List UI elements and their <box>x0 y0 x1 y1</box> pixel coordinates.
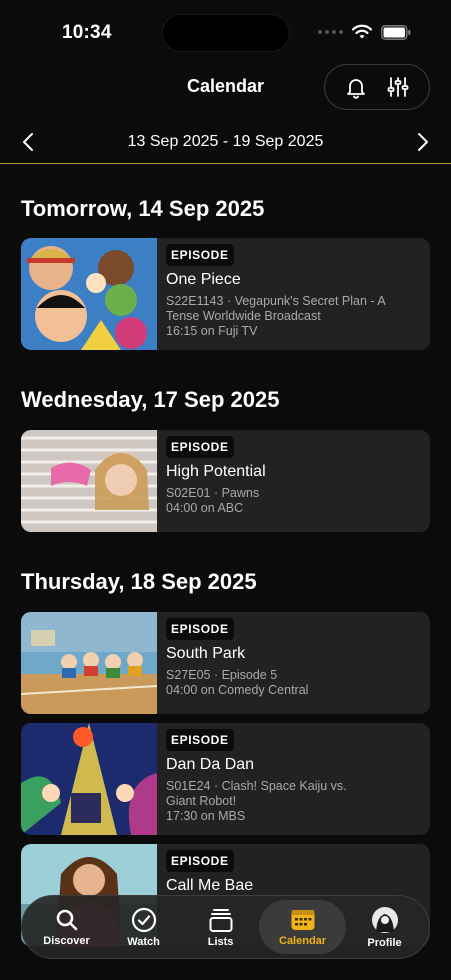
episode-info: S27E05 · Episode 5 <box>166 668 278 682</box>
search-icon <box>56 909 77 930</box>
notifications-button[interactable] <box>341 72 371 102</box>
stack-icon <box>209 908 233 932</box>
signal-icon <box>318 30 343 34</box>
episode-card-dan-da-dan[interactable]: EPISODE Dan Da Dan S01E24 · Clash! Space… <box>21 723 430 835</box>
episode-info-cont: Tense Worldwide Broadcast <box>166 309 321 323</box>
episode-details: EPISODE South Park S27E05 · Episode 5 04… <box>166 618 420 698</box>
episode-badge: EPISODE <box>166 850 234 872</box>
bottom-tab-bar: Discover Watch Lists Calendar Profile <box>21 895 430 959</box>
sliders-icon <box>387 77 409 97</box>
episode-info: S01E24 · Clash! Space Kaiju vs. <box>166 779 347 793</box>
week-navigator: 13 Sep 2025 - 19 Sep 2025 <box>0 120 451 164</box>
show-title: Dan Da Dan <box>166 756 255 773</box>
avatar <box>371 906 398 933</box>
next-week-button[interactable] <box>411 130 435 154</box>
episode-info-cont: Giant Robot! <box>166 794 237 808</box>
episode-meta: S27E05 · Episode 5 04:00 on Comedy Centr… <box>166 668 420 698</box>
episode-details: EPISODE Call Me Bae <box>166 850 420 895</box>
tab-label: Watch <box>127 935 160 948</box>
episode-card-high-potential[interactable]: EPISODE High Potential S02E01 · Pawns 04… <box>21 430 430 532</box>
episode-meta: S22E1143 · Vegapunk's Secret Plan - A Te… <box>166 294 420 339</box>
tab-label: Profile <box>367 936 402 949</box>
day-heading: Tomorrow, 14 Sep 2025 <box>21 196 265 221</box>
episode-meta: S02E01 · Pawns 04:00 on ABC <box>166 486 420 516</box>
episode-badge: EPISODE <box>166 618 234 640</box>
tab-label: Calendar <box>279 934 327 947</box>
episode-thumbnail <box>21 238 157 350</box>
week-range: 13 Sep 2025 - 19 Sep 2025 <box>127 133 324 150</box>
episode-thumbnail <box>21 430 157 532</box>
episode-details: EPISODE Dan Da Dan S01E24 · Clash! Space… <box>166 729 420 824</box>
airtime: 04:00 on ABC <box>166 501 244 515</box>
status-icons <box>318 24 411 40</box>
status-time: 10:34 <box>62 22 112 43</box>
episode-info: S22E1143 · Vegapunk's Secret Plan - A <box>166 294 386 308</box>
airtime: 04:00 on Comedy Central <box>166 683 309 697</box>
bell-icon <box>347 79 365 99</box>
episode-badge: EPISODE <box>166 244 234 266</box>
day-heading: Thursday, 18 Sep 2025 <box>21 569 257 594</box>
episode-badge: EPISODE <box>166 729 234 751</box>
status-bar: 10:34 <box>0 0 451 60</box>
show-title: High Potential <box>166 463 266 480</box>
calendar-icon <box>291 909 315 930</box>
tab-label: Lists <box>207 935 234 948</box>
battery-icon <box>381 24 411 40</box>
episode-thumbnail <box>21 723 157 835</box>
tab-discover[interactable]: Discover <box>28 900 105 954</box>
episode-thumbnail <box>21 612 157 714</box>
wifi-icon <box>351 24 373 39</box>
episode-info: S02E01 · Pawns <box>166 486 260 500</box>
dynamic-island <box>162 14 290 52</box>
top-bar: Calendar <box>0 62 451 112</box>
episode-details: EPISODE One Piece S22E1143 · Vegapunk's … <box>166 244 420 339</box>
show-title: South Park <box>166 645 246 662</box>
chevron-right-icon <box>418 133 428 151</box>
tab-profile[interactable]: Profile <box>346 900 423 954</box>
episode-details: EPISODE High Potential S02E01 · Pawns 04… <box>166 436 420 516</box>
day-heading: Wednesday, 17 Sep 2025 <box>21 387 280 412</box>
show-title: Call Me Bae <box>166 877 254 894</box>
tab-calendar[interactable]: Calendar <box>259 900 346 954</box>
episode-badge: EPISODE <box>166 436 234 458</box>
show-title: One Piece <box>166 271 241 288</box>
filter-button[interactable] <box>383 72 413 102</box>
airtime: 17:30 on MBS <box>166 809 246 823</box>
tab-lists[interactable]: Lists <box>182 900 259 954</box>
tab-watch[interactable]: Watch <box>105 900 182 954</box>
episode-meta: S01E24 · Clash! Space Kaiju vs. Giant Ro… <box>166 779 420 824</box>
tab-label: Discover <box>43 934 90 947</box>
checkmark-circle-icon <box>131 907 156 932</box>
header-actions <box>324 64 430 110</box>
episode-card-one-piece[interactable]: EPISODE One Piece S22E1143 · Vegapunk's … <box>21 238 430 350</box>
airtime: 16:15 on Fuji TV <box>166 324 258 338</box>
episode-card-south-park[interactable]: EPISODE South Park S27E05 · Episode 5 04… <box>21 612 430 714</box>
